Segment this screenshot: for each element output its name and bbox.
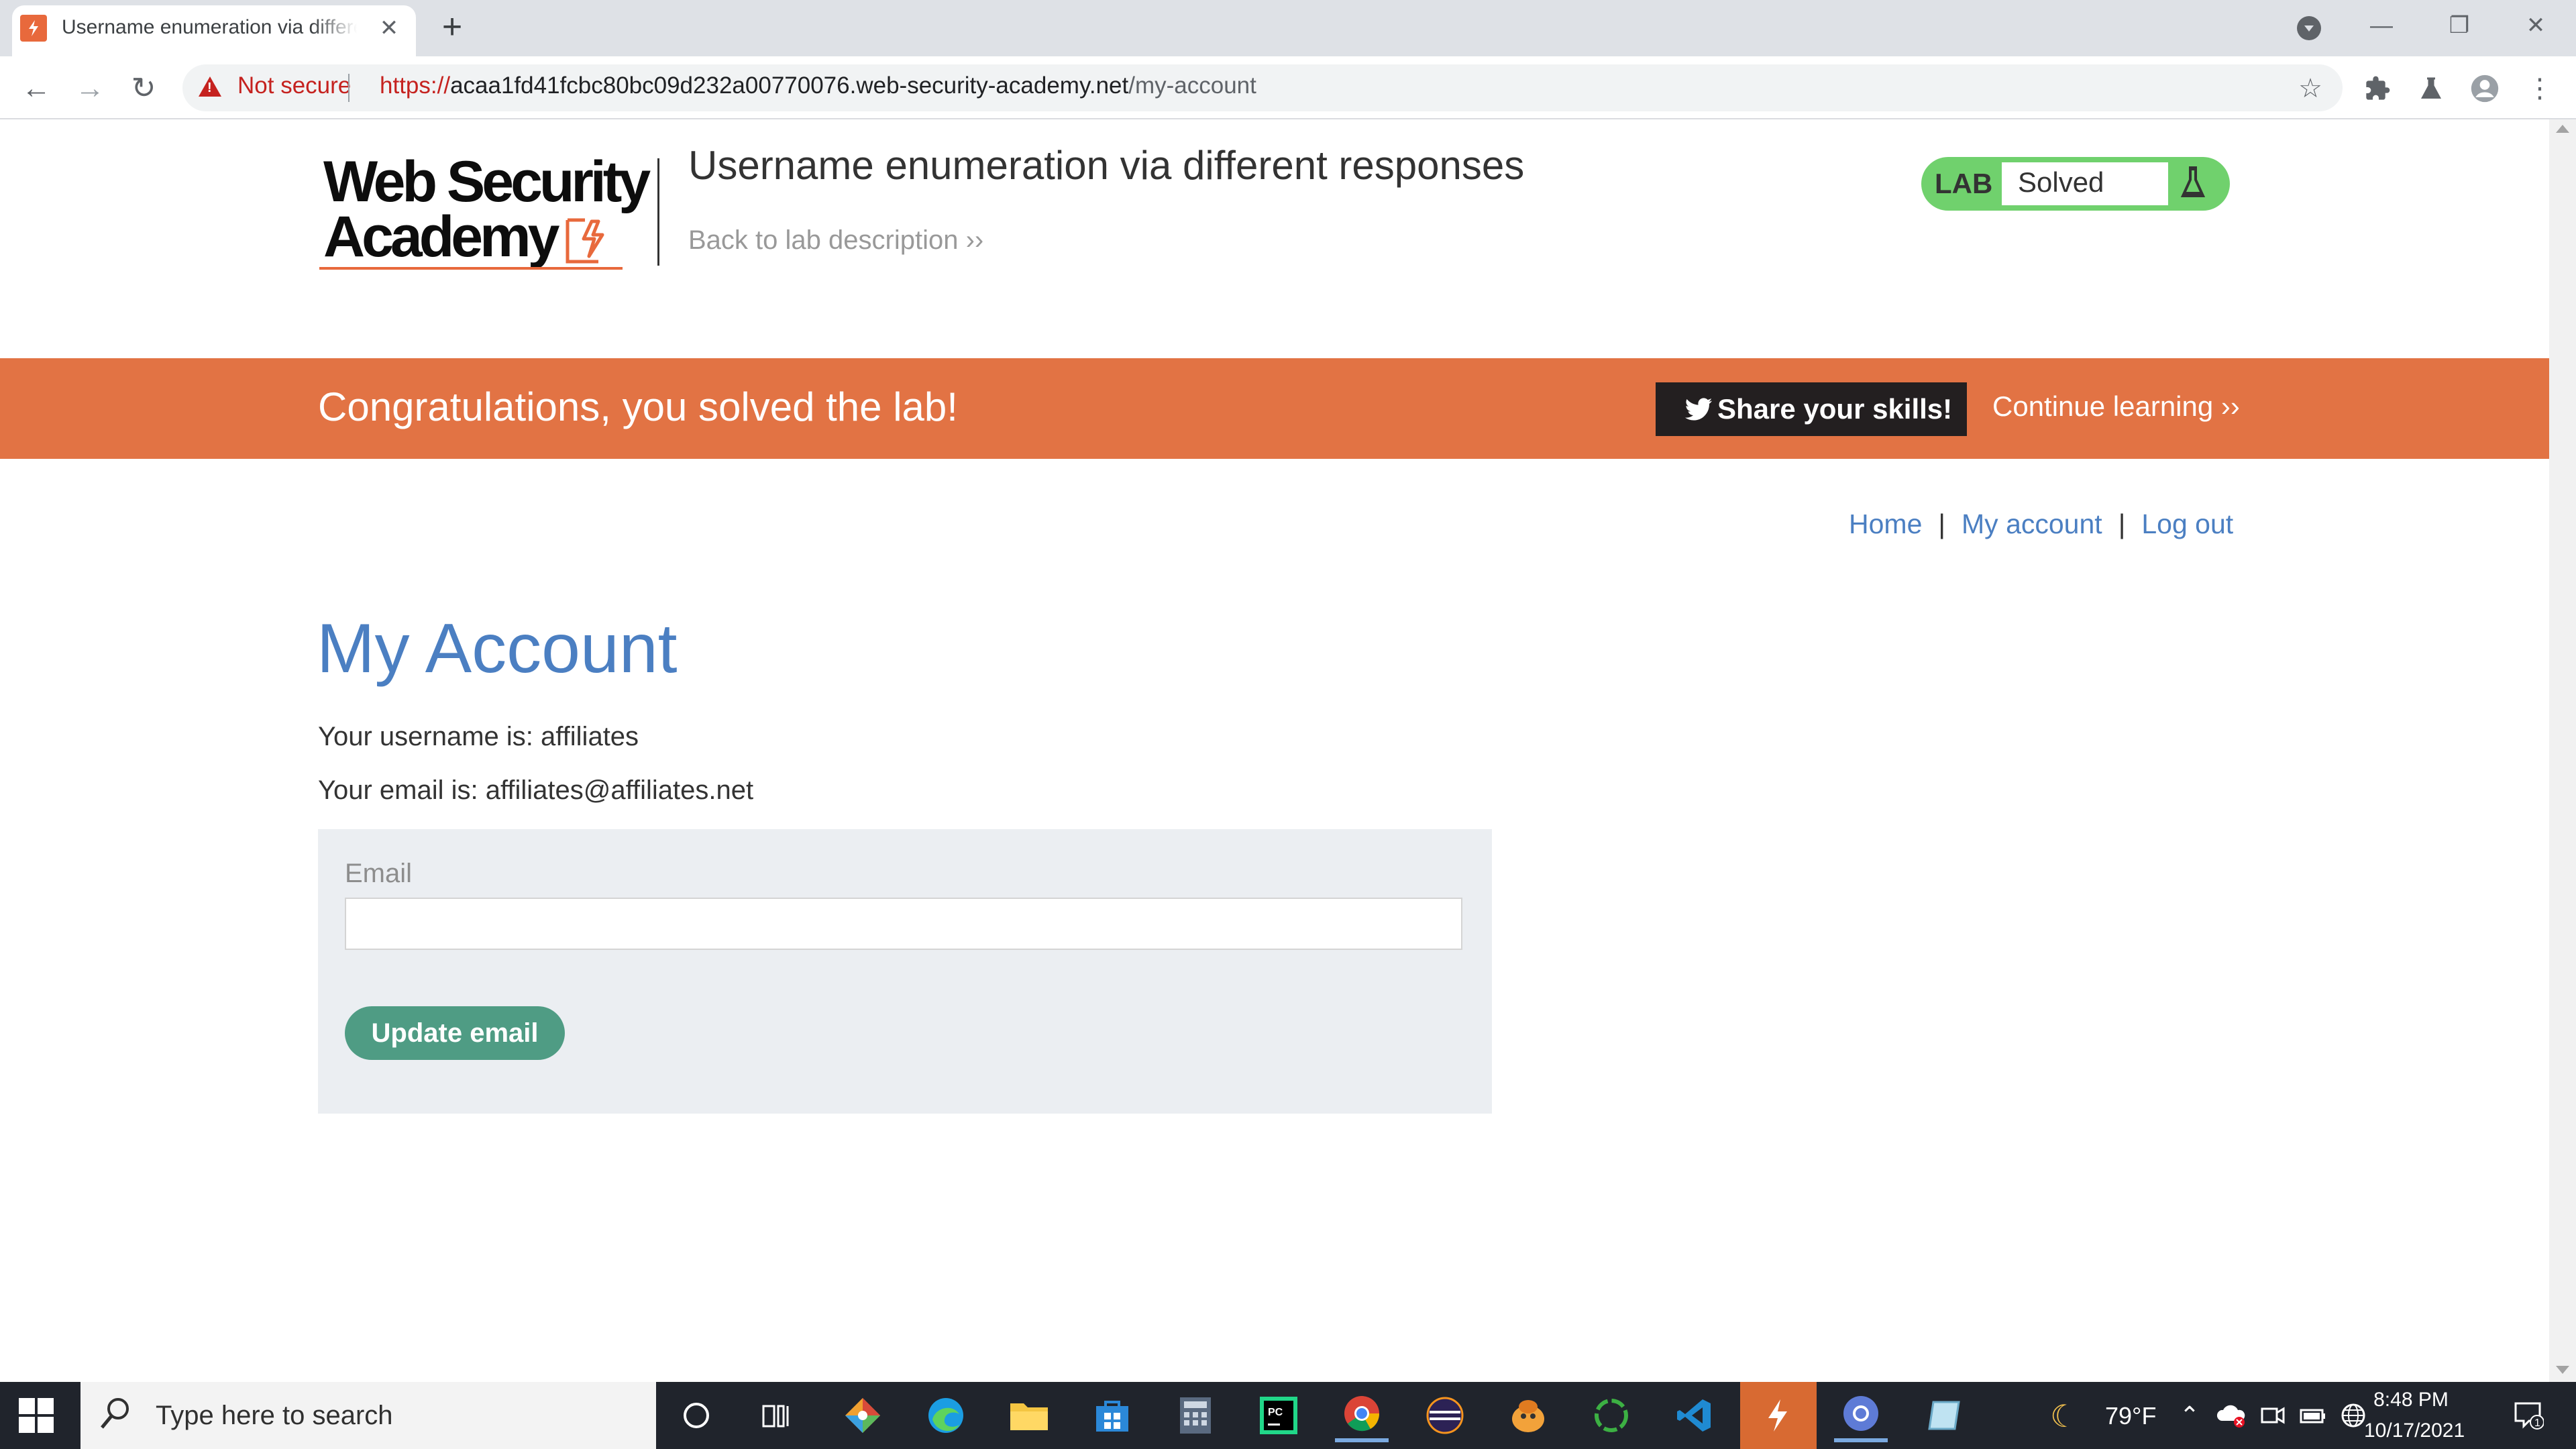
scroll-down-arrow-icon[interactable] xyxy=(2556,1366,2569,1374)
back-arrow-icon[interactable]: ← xyxy=(17,70,55,107)
notification-center-icon[interactable]: 1 xyxy=(2512,1398,2544,1430)
browser-menu-icon[interactable]: ⋮ xyxy=(2522,71,2557,106)
nav-home-link[interactable]: Home xyxy=(1849,508,1922,539)
burp-mascot-icon[interactable] xyxy=(1501,1389,1555,1442)
url-host: acaa1fd41fcbc80bc09d232a00770076.web-sec… xyxy=(450,72,1129,99)
minimize-button[interactable]: — xyxy=(2361,9,2402,42)
git-app-icon[interactable] xyxy=(836,1389,890,1442)
eclipse-icon[interactable] xyxy=(1418,1389,1472,1442)
warning-icon[interactable] xyxy=(199,76,221,97)
profile-avatar-icon[interactable] xyxy=(2467,71,2502,106)
store-app-icon[interactable] xyxy=(1085,1389,1139,1442)
chrome-alt-profile-icon[interactable] xyxy=(1834,1389,1888,1442)
onedrive-error-icon[interactable] xyxy=(2215,1399,2247,1432)
lab-status-text: Solved xyxy=(2018,166,2104,198)
tab-title: Username enumeration via different respo… xyxy=(62,16,357,38)
email-field[interactable] xyxy=(345,898,1462,950)
nav-separator: | xyxy=(2118,508,2126,539)
vscode-icon[interactable] xyxy=(1668,1389,1721,1442)
clock-date[interactable]: 10/17/2021 xyxy=(2364,1419,2465,1442)
web-security-academy-app-icon[interactable] xyxy=(1751,1389,1805,1442)
search-icon xyxy=(101,1398,129,1429)
labs-flask-icon[interactable] xyxy=(2414,71,2449,106)
lab-title: Username enumeration via different respo… xyxy=(688,143,1525,188)
page-title: My Account xyxy=(317,610,678,688)
sync-app-icon[interactable] xyxy=(1585,1389,1638,1442)
new-tab-button[interactable]: + xyxy=(436,9,468,44)
double-chevron-icon: ›› xyxy=(2213,390,2240,422)
back-to-lab-description-link[interactable]: Back to lab description ›› xyxy=(688,225,983,256)
top-navigation: Home | My account | Log out xyxy=(1849,508,2233,540)
notification-count: 1 xyxy=(2534,1417,2540,1429)
tab-close-icon[interactable]: ✕ xyxy=(376,15,402,42)
task-view-icon[interactable] xyxy=(750,1389,804,1442)
nav-my-account-link[interactable]: My account xyxy=(1962,508,2102,539)
update-email-button[interactable]: Update email xyxy=(345,1006,565,1060)
cortana-icon[interactable] xyxy=(669,1389,723,1442)
lab-badge-label: LAB xyxy=(1935,168,1993,199)
congratulations-message: Congratulations, you solved the lab! xyxy=(318,384,958,429)
close-window-button[interactable]: ✕ xyxy=(2516,9,2556,42)
chrome-icon[interactable] xyxy=(1335,1389,1389,1442)
email-text: Your email is: affiliates@affiliates.net xyxy=(318,775,754,805)
nav-log-out-link[interactable]: Log out xyxy=(2141,508,2233,539)
share-skills-label: Share your skills! xyxy=(1717,393,1953,425)
edge-browser-icon[interactable] xyxy=(919,1389,973,1442)
academy-favicon-icon xyxy=(20,15,47,42)
page-scrollbar[interactable] xyxy=(2549,119,2576,1382)
back-link-label: Back to lab description xyxy=(688,225,959,255)
change-email-form xyxy=(318,829,1492,1114)
logo-underline xyxy=(319,267,623,270)
share-skills-button[interactable]: Share your skills! xyxy=(1656,382,1967,436)
svg-text:PC: PC xyxy=(1268,1407,1283,1418)
taskbar-search-placeholder: Type here to search xyxy=(156,1401,393,1430)
continue-learning-label: Continue learning xyxy=(1992,390,2214,422)
lab-status-box: Solved xyxy=(2002,162,2168,205)
email-field-label: Email xyxy=(345,859,413,888)
tab-search-icon[interactable] xyxy=(2297,16,2321,40)
forward-arrow-icon[interactable]: → xyxy=(71,70,109,107)
notepad-app-icon[interactable] xyxy=(1917,1389,1971,1442)
username-text: Your username is: affiliates xyxy=(318,722,639,751)
reload-icon[interactable]: ↻ xyxy=(125,70,162,107)
weather-temperature[interactable]: 79°F xyxy=(2105,1402,2156,1430)
url-path: /my-account xyxy=(1128,72,1256,99)
bookmark-star-icon[interactable]: ☆ xyxy=(2293,71,2328,106)
url-text[interactable]: https://acaa1fd41fcbc80bc09d232a00770076… xyxy=(380,72,1256,99)
twitter-bird-icon xyxy=(1684,398,1713,421)
security-status[interactable]: Not secure xyxy=(237,72,351,99)
restore-button[interactable]: ❐ xyxy=(2439,9,2479,42)
battery-icon[interactable] xyxy=(2297,1399,2329,1432)
double-chevron-icon: ›› xyxy=(958,225,984,255)
calculator-icon[interactable] xyxy=(1169,1389,1222,1442)
extensions-icon[interactable] xyxy=(2360,71,2395,106)
scroll-up-arrow-icon[interactable] xyxy=(2556,125,2569,133)
file-explorer-icon[interactable] xyxy=(1002,1389,1056,1442)
logo-lightning-icon xyxy=(566,218,604,264)
windows-start-icon[interactable] xyxy=(19,1398,54,1433)
url-scheme: https:// xyxy=(380,72,451,99)
meet-now-icon[interactable] xyxy=(2257,1399,2289,1432)
logo-text-line2: Academy xyxy=(323,205,559,269)
nav-separator: | xyxy=(1938,508,1946,539)
address-divider xyxy=(348,74,350,102)
clock-time[interactable]: 8:48 PM xyxy=(2364,1389,2458,1411)
continue-learning-link[interactable]: Continue learning ›› xyxy=(1992,390,2240,423)
moon-weather-icon[interactable]: ☾ xyxy=(2050,1398,2078,1434)
flask-icon xyxy=(2180,166,2206,197)
show-hidden-icons-chevron-icon[interactable]: ⌃ xyxy=(2174,1399,2206,1432)
pycharm-icon[interactable]: PC xyxy=(1252,1389,1305,1442)
header-divider xyxy=(657,158,659,266)
